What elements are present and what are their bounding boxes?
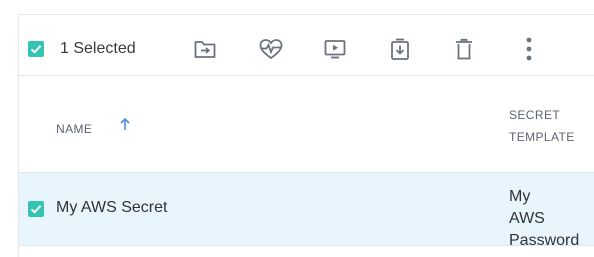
table-header: NAME SECRET TEMPLATE <box>19 76 594 173</box>
heartbeat-icon <box>259 39 283 60</box>
secrets-panel: 1 Selected NAME SECRET TEMPLATE My AWS S… <box>18 14 594 257</box>
more-actions-button[interactable] <box>516 36 542 62</box>
table-row[interactable]: My AWS Secret My AWS Password <box>19 173 594 249</box>
secret-template-cell: My AWS Password <box>509 188 580 249</box>
column-header-name[interactable]: NAME <box>56 122 92 136</box>
more-vertical-icon <box>526 37 532 61</box>
secret-name-link[interactable]: My AWS Secret <box>56 199 167 217</box>
checkout-download-icon <box>391 38 409 60</box>
checkmark-icon <box>30 45 42 54</box>
heartbeat-button[interactable] <box>258 36 284 62</box>
checkmark-icon <box>30 205 42 214</box>
row-checkbox[interactable] <box>28 201 44 217</box>
checkout-download-button[interactable] <box>387 36 413 62</box>
select-all-checkbox[interactable] <box>28 41 44 57</box>
move-to-folder-icon <box>194 41 216 58</box>
bulk-action-toolbar: 1 Selected <box>19 15 594 76</box>
move-to-folder-button[interactable] <box>192 36 218 62</box>
launch-button[interactable] <box>322 36 348 62</box>
trash-icon <box>456 38 472 60</box>
selected-count-label: 1 Selected <box>60 40 136 57</box>
delete-button[interactable] <box>451 36 477 62</box>
launch-icon <box>324 40 346 59</box>
column-header-secret-template[interactable]: SECRET TEMPLATE <box>509 104 589 148</box>
sort-ascending-icon[interactable] <box>117 116 133 132</box>
